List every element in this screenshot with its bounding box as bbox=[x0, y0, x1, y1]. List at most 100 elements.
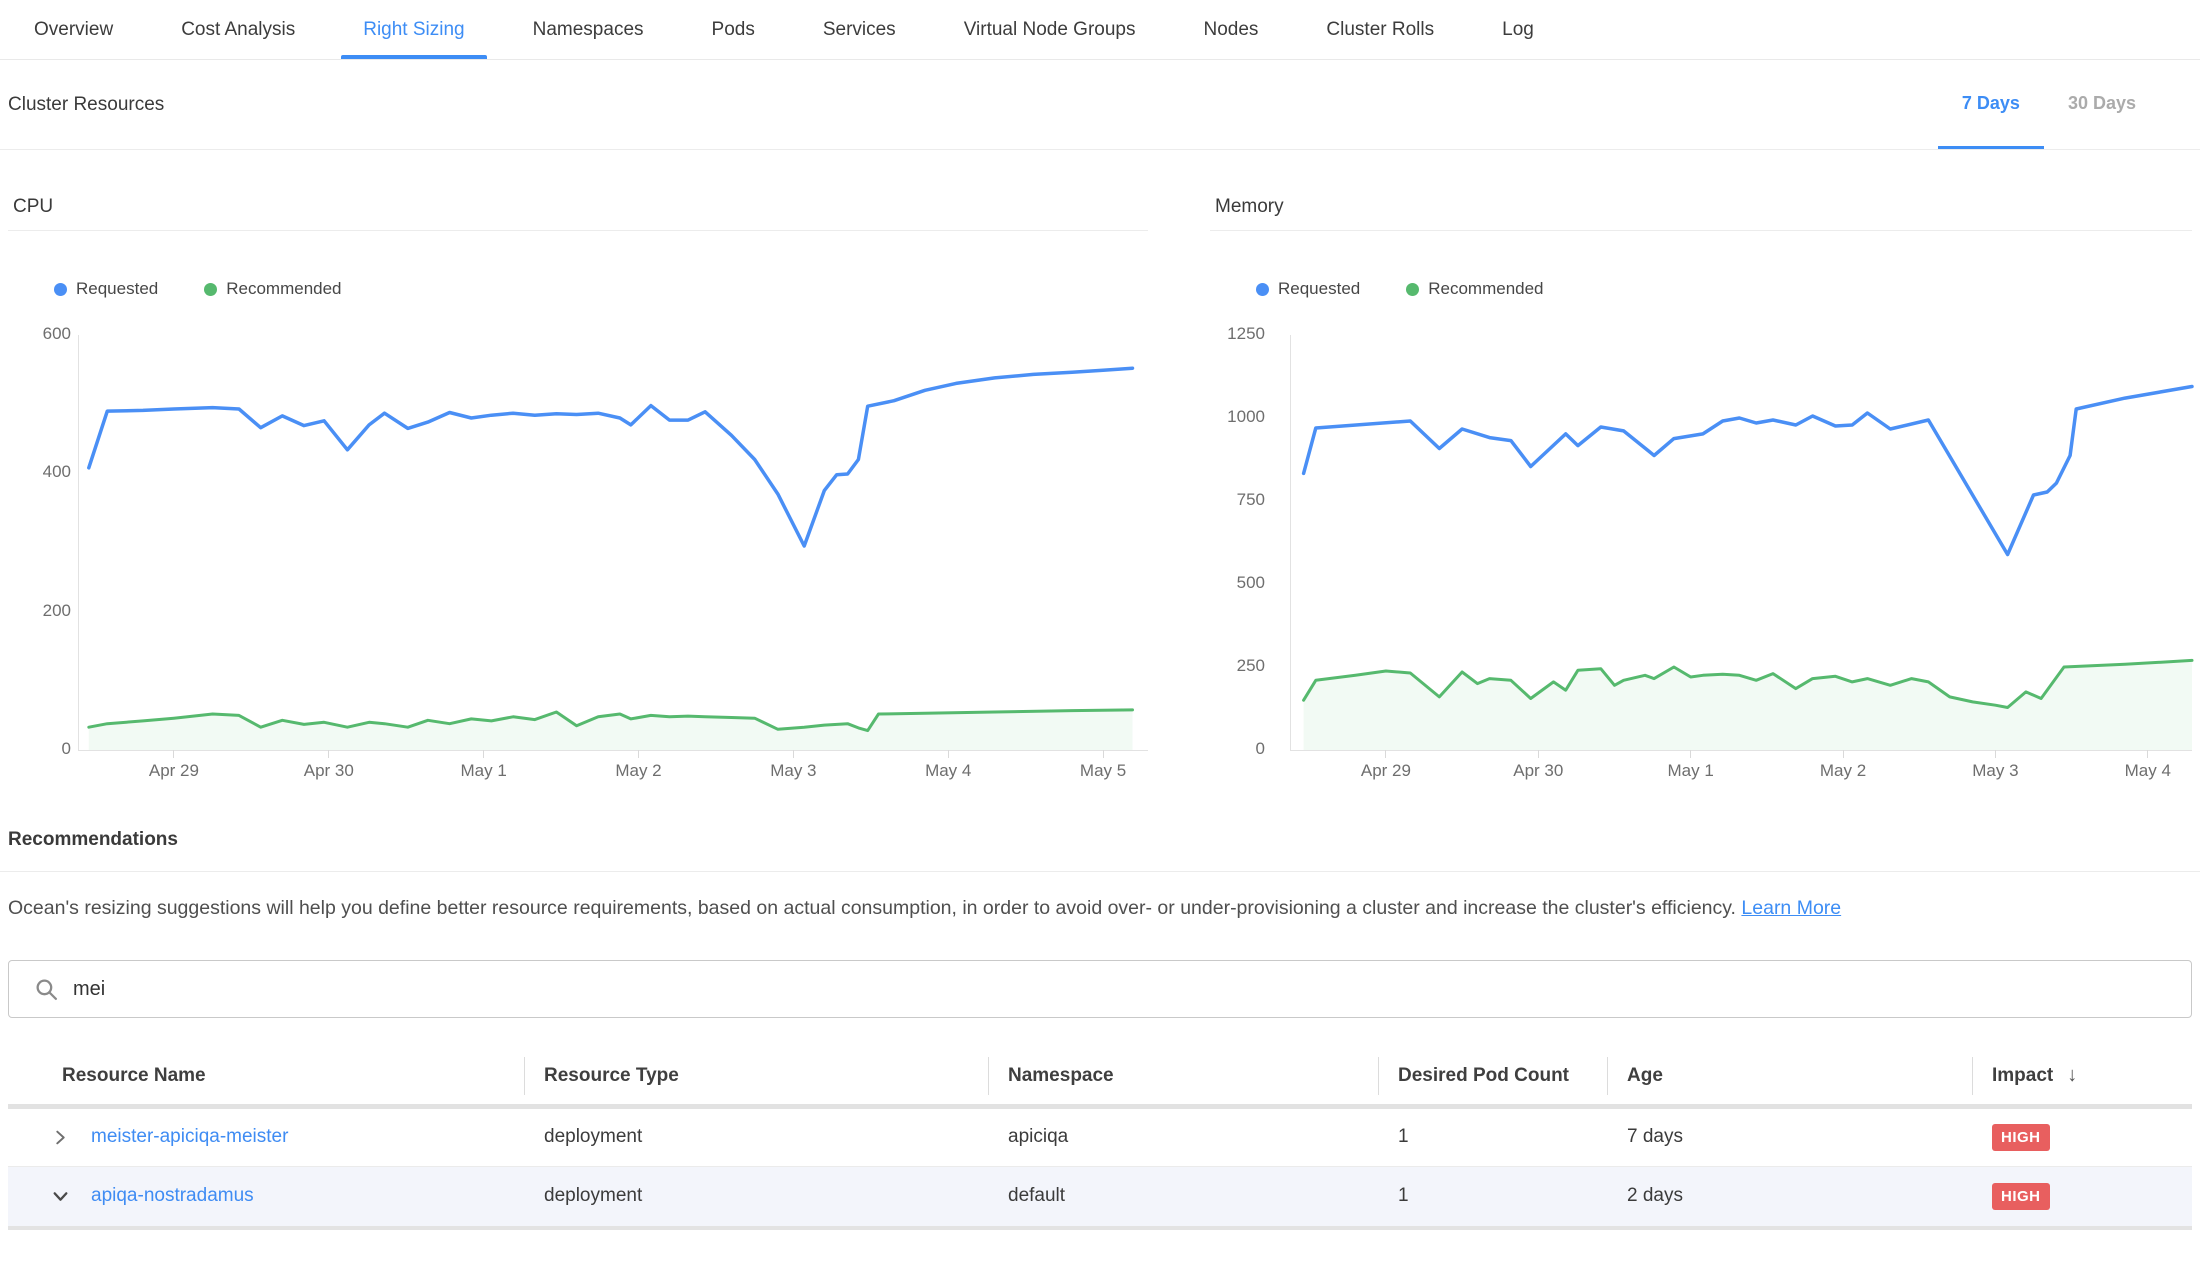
namespace-cell: apiciqa bbox=[988, 1106, 1378, 1166]
tab-overview[interactable]: Overview bbox=[0, 0, 147, 59]
y-axis-label: 0 bbox=[15, 739, 71, 759]
chevron-right-icon[interactable] bbox=[52, 1129, 69, 1146]
recommendations-description: Ocean's resizing suggestions will help y… bbox=[8, 894, 2192, 922]
tab-bar: OverviewCost AnalysisRight SizingNamespa… bbox=[0, 0, 2200, 60]
range-tab-30-days[interactable]: 30 Days bbox=[2044, 60, 2160, 149]
table-body: meister-apiciqa-meisterdeploymentapiciqa… bbox=[8, 1106, 2192, 1226]
memory-chart-title: Memory bbox=[1210, 196, 2192, 231]
divider bbox=[8, 1226, 2192, 1230]
header-resource-name[interactable]: Resource Name bbox=[8, 1048, 524, 1106]
legend-label: Recommended bbox=[1428, 279, 1543, 299]
cpu-chart-canvas bbox=[79, 335, 1148, 750]
x-axis-tick bbox=[483, 750, 484, 758]
legend-label: Requested bbox=[1278, 279, 1360, 299]
x-axis-tick bbox=[1843, 750, 1844, 758]
recommendations-title: Recommendations bbox=[8, 829, 2192, 851]
impact-badge: HIGH bbox=[1992, 1183, 2050, 1210]
x-axis-tick bbox=[948, 750, 949, 758]
memory-chart-legend: Requested Recommended bbox=[1256, 279, 2192, 299]
chevron-down-icon[interactable] bbox=[52, 1188, 69, 1205]
memory-chart-canvas bbox=[1291, 335, 2192, 750]
table-row: meister-apiciqa-meisterdeploymentapiciqa… bbox=[8, 1106, 2192, 1166]
search-icon bbox=[34, 977, 59, 1007]
y-axis-label: 250 bbox=[1209, 656, 1265, 676]
recommendations-table: Resource Name Resource Type Namespace De… bbox=[8, 1048, 2192, 1230]
cluster-resources-title: Cluster Resources bbox=[8, 94, 164, 116]
resource-name-cell: apiqa-nostradamus bbox=[28, 1185, 524, 1207]
header-impact-label: Impact bbox=[1992, 1065, 2053, 1086]
memory-chart-panel: Memory Requested Recommended 025050075010… bbox=[1210, 150, 2192, 751]
header-age[interactable]: Age bbox=[1607, 1048, 1972, 1106]
cpu-chart-panel: CPU Requested Recommended 0200400600Apr 2… bbox=[8, 150, 1148, 751]
age-cell: 7 days bbox=[1607, 1106, 1972, 1166]
table-row: apiqa-nostradamusdeploymentdefault12 day… bbox=[8, 1166, 2192, 1226]
y-axis-label: 750 bbox=[1209, 490, 1265, 510]
cluster-resources-bar: Cluster Resources 7 Days30 Days bbox=[0, 60, 2200, 150]
tab-namespaces[interactable]: Namespaces bbox=[499, 0, 678, 59]
legend-item-recommended[interactable]: Recommended bbox=[1406, 279, 1543, 299]
desired-pod-count-cell: 1 bbox=[1378, 1106, 1607, 1166]
x-axis-label: May 4 bbox=[2103, 761, 2193, 781]
range-tab-7-days[interactable]: 7 Days bbox=[1938, 60, 2044, 149]
cpu-chart-plot: 0200400600Apr 29Apr 30May 1May 2May 3May… bbox=[78, 335, 1148, 751]
x-axis-label: May 1 bbox=[439, 761, 529, 781]
legend-dot-icon bbox=[1256, 283, 1269, 296]
tab-right-sizing[interactable]: Right Sizing bbox=[329, 0, 498, 59]
y-axis-label: 1000 bbox=[1209, 407, 1265, 427]
legend-dot-icon bbox=[204, 283, 217, 296]
tab-nodes[interactable]: Nodes bbox=[1170, 0, 1293, 59]
tab-pods[interactable]: Pods bbox=[678, 0, 789, 59]
legend-dot-icon bbox=[1406, 283, 1419, 296]
resource-name-link[interactable]: apiqa-nostradamus bbox=[91, 1185, 254, 1207]
legend-label: Requested bbox=[76, 279, 158, 299]
tab-services[interactable]: Services bbox=[789, 0, 930, 59]
x-axis-tick bbox=[793, 750, 794, 758]
sort-desc-icon[interactable]: ↓ bbox=[2067, 1064, 2077, 1086]
tab-cluster-rolls[interactable]: Cluster Rolls bbox=[1292, 0, 1468, 59]
cpu-chart-title: CPU bbox=[8, 196, 1148, 231]
tab-cost-analysis[interactable]: Cost Analysis bbox=[147, 0, 329, 59]
table-header-row: Resource Name Resource Type Namespace De… bbox=[8, 1048, 2192, 1106]
y-axis-label: 600 bbox=[15, 324, 71, 344]
learn-more-link[interactable]: Learn More bbox=[1741, 897, 1841, 919]
search-box bbox=[8, 960, 2192, 1018]
legend-label: Recommended bbox=[226, 279, 341, 299]
search-input[interactable] bbox=[8, 960, 2192, 1018]
x-axis-label: May 2 bbox=[594, 761, 684, 781]
x-axis-tick bbox=[1538, 750, 1539, 758]
x-axis-tick bbox=[638, 750, 639, 758]
age-cell: 2 days bbox=[1607, 1166, 1972, 1226]
tab-log[interactable]: Log bbox=[1468, 0, 1568, 59]
recommendations-section: Recommendations Ocean's resizing suggest… bbox=[0, 829, 2200, 922]
x-axis-label: May 5 bbox=[1058, 761, 1148, 781]
y-axis-label: 200 bbox=[15, 601, 71, 621]
resource-name-link[interactable]: meister-apiciqa-meister bbox=[91, 1126, 288, 1148]
x-axis-tick bbox=[2147, 750, 2148, 758]
legend-dot-icon bbox=[54, 283, 67, 296]
x-axis-tick bbox=[328, 750, 329, 758]
legend-item-requested[interactable]: Requested bbox=[54, 279, 158, 299]
x-axis-label: Apr 29 bbox=[1341, 761, 1431, 781]
namespace-cell: default bbox=[988, 1166, 1378, 1226]
memory-chart-plot: 025050075010001250Apr 29Apr 30May 1May 2… bbox=[1290, 335, 2192, 751]
x-axis-tick bbox=[173, 750, 174, 758]
header-desired-pod-count[interactable]: Desired Pod Count bbox=[1378, 1048, 1607, 1106]
tab-virtual-node-groups[interactable]: Virtual Node Groups bbox=[930, 0, 1170, 59]
header-resource-type[interactable]: Resource Type bbox=[524, 1048, 988, 1106]
header-impact[interactable]: Impact ↓ bbox=[1972, 1048, 2192, 1106]
y-axis-label: 1250 bbox=[1209, 324, 1265, 344]
x-axis-tick bbox=[1385, 750, 1386, 758]
x-axis-tick bbox=[1995, 750, 1996, 758]
legend-item-requested[interactable]: Requested bbox=[1256, 279, 1360, 299]
legend-item-recommended[interactable]: Recommended bbox=[204, 279, 341, 299]
y-axis-label: 400 bbox=[15, 462, 71, 482]
requested-line bbox=[89, 368, 1133, 546]
header-namespace[interactable]: Namespace bbox=[988, 1048, 1378, 1106]
impact-badge: HIGH bbox=[1992, 1124, 2050, 1151]
divider bbox=[0, 871, 2200, 872]
recommendations-description-text: Ocean's resizing suggestions will help y… bbox=[8, 897, 1736, 919]
x-axis-tick bbox=[1103, 750, 1104, 758]
impact-cell: HIGH bbox=[1972, 1106, 2192, 1166]
impact-cell: HIGH bbox=[1972, 1166, 2192, 1226]
x-axis-label: Apr 29 bbox=[129, 761, 219, 781]
